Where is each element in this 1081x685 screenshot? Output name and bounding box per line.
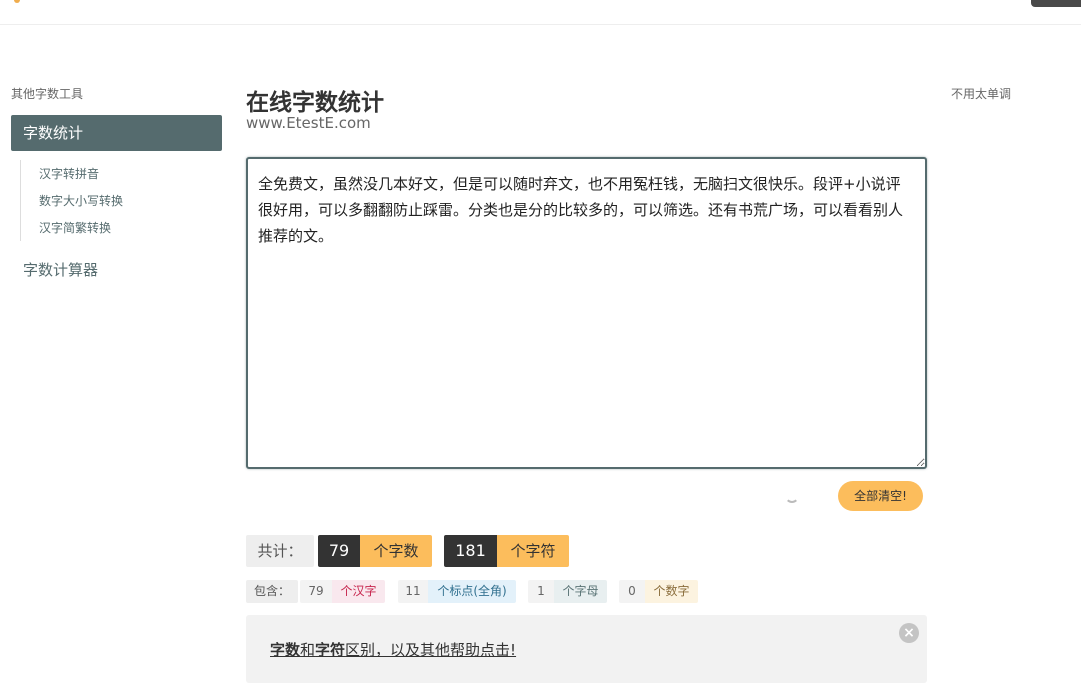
sidebar-title: 其他字数工具 (11, 87, 84, 101)
help-link-words: 字数 (270, 641, 301, 659)
sidebar-item-word-count[interactable]: 字数统计 (11, 115, 222, 151)
help-link-and: 和 (300, 641, 316, 659)
total-label: 共计： (246, 535, 314, 567)
char-count-label: 个字符 (497, 535, 569, 567)
sidebar-item-number-case[interactable]: 数字大小写转换 (39, 192, 123, 209)
close-icon[interactable]: × (899, 623, 919, 643)
text-input[interactable]: 全免费文，虽然没几本好文，但是可以随时弃文，也不用冤枉钱，无脑扫文很快乐。段评+… (248, 159, 925, 467)
digit-count-label: 个数字 (645, 580, 698, 603)
menu-button[interactable] (1031, 0, 1081, 7)
loading-spinner-icon (785, 489, 799, 503)
sidebar-item-pinyin[interactable]: 汉字转拼音 (39, 165, 99, 182)
word-count-value: 79 (318, 535, 360, 567)
sidebar-sub-list: 汉字转拼音 数字大小写转换 汉字简繁转换 (20, 160, 220, 241)
logo-mark (14, 0, 20, 3)
hanzi-count-value: 79 (300, 580, 332, 603)
punctuation-count-value: 11 (398, 580, 428, 603)
sidebar-item-calculator[interactable]: 字数计算器 (23, 259, 98, 280)
help-link[interactable]: 字数和字符区别，以及其他帮助点击! (270, 639, 516, 660)
text-editor-frame: 全免费文，虽然没几本好文，但是可以随时弃文，也不用冤枉钱，无脑扫文很快乐。段评+… (246, 157, 927, 469)
contains-label: 包含： (246, 580, 298, 603)
word-count-badge: 79 个字数 (318, 535, 432, 567)
letter-count-label: 个字母 (554, 580, 607, 603)
hanzi-count-label: 个汉字 (332, 580, 385, 603)
page-title: 在线字数统计 (246, 90, 384, 116)
digit-count-value: 0 (619, 580, 645, 603)
char-count-value: 181 (444, 535, 497, 567)
site-url: www.EtestE.com (246, 114, 371, 132)
right-note: 不用太单调 (951, 87, 1012, 101)
letter-count-value: 1 (528, 580, 554, 603)
hanzi-count-badge: 79 个汉字 (300, 580, 385, 603)
clear-all-button[interactable]: 全部清空! (838, 481, 923, 511)
help-link-chars: 字符 (315, 641, 346, 659)
word-count-label: 个字数 (360, 535, 432, 567)
punctuation-count-label: 个标点(全角) (428, 580, 516, 603)
help-box: 字数和字符区别，以及其他帮助点击! × (246, 615, 927, 683)
help-link-rest: 区别，以及其他帮助点击! (345, 641, 517, 659)
sidebar-item-simplified-traditional[interactable]: 汉字简繁转换 (39, 219, 111, 236)
top-bar (0, 0, 1081, 25)
char-count-badge: 181 个字符 (444, 535, 569, 567)
letter-count-badge: 1 个字母 (528, 580, 607, 603)
digit-count-badge: 0 个数字 (619, 580, 698, 603)
punctuation-count-badge: 11 个标点(全角) (398, 580, 516, 603)
